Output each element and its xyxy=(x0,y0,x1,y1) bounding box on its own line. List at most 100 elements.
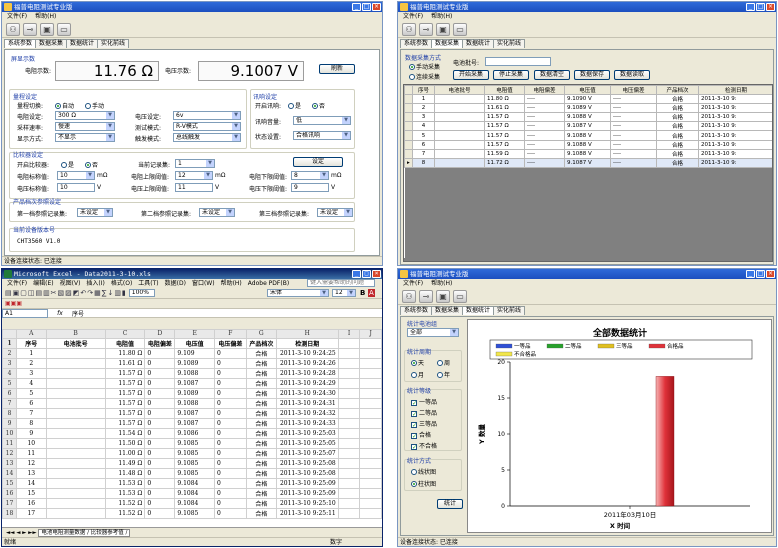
table-cell[interactable]: ---- xyxy=(610,94,657,105)
table-cell[interactable]: 2011-3-10 9:25:08 xyxy=(275,457,339,469)
table-cell[interactable]: 合格 xyxy=(245,397,277,409)
empty-cell[interactable] xyxy=(359,367,382,379)
comparator-set-button[interactable]: 设定 xyxy=(293,157,343,167)
table-cell[interactable]: 0 xyxy=(144,367,176,379)
tab-system-params[interactable]: 系统参数 xyxy=(400,39,433,48)
col-header-index[interactable]: 序号 xyxy=(412,85,435,96)
table-cell[interactable]: 9.1088 V xyxy=(564,130,611,141)
alarm-state-select[interactable]: 合格讯响 xyxy=(293,131,351,140)
table-cell[interactable]: 0 xyxy=(213,457,247,469)
table-cell[interactable]: 11 xyxy=(15,447,47,459)
table-cell[interactable]: 合格 xyxy=(245,447,277,459)
save-data-button[interactable]: 数据保存 xyxy=(574,70,610,80)
table-cell[interactable]: 14 xyxy=(15,477,47,489)
table-cell[interactable]: ---- xyxy=(610,121,657,132)
table-cell[interactable] xyxy=(45,507,106,519)
tab-data-collect[interactable]: 数据采集 xyxy=(431,39,464,48)
table-cell[interactable] xyxy=(434,157,485,168)
table-cell[interactable]: 0 xyxy=(213,367,247,379)
menu-help[interactable]: 帮助(H) xyxy=(431,12,452,21)
table-cell[interactable]: ---- xyxy=(524,103,565,114)
load-data-button[interactable]: 数据读取 xyxy=(614,70,650,80)
table-cell[interactable]: 11.61 Ω xyxy=(104,357,146,369)
col-header-batch[interactable]: 电池批号 xyxy=(434,85,485,96)
empty-cell[interactable] xyxy=(337,487,361,499)
res-set-select[interactable]: 300 Ω xyxy=(55,111,115,120)
table-cell[interactable]: 3 xyxy=(15,367,47,379)
table-cell[interactable]: 10 xyxy=(15,437,47,449)
stat-range-select[interactable]: 全部 xyxy=(407,328,459,337)
table-cell[interactable]: 11.50 Ω xyxy=(104,437,146,449)
table-cell[interactable] xyxy=(45,397,106,409)
table-cell[interactable]: 11.57 Ω xyxy=(104,397,146,409)
table-cell[interactable]: 2011-3-10 9: xyxy=(698,121,772,132)
table-cell[interactable]: 合格 xyxy=(245,437,277,449)
table-cell[interactable]: 2011-3-10 9: xyxy=(698,112,772,123)
col-header-grade[interactable]: 产品档次 xyxy=(656,85,699,96)
empty-cell[interactable] xyxy=(359,347,382,359)
close-button[interactable]: × xyxy=(372,270,381,278)
table-cell[interactable]: 9.1087 V xyxy=(564,157,611,168)
header-cell[interactable]: 电压偏差 xyxy=(213,337,247,349)
excel-menu-edit[interactable]: 编辑(E) xyxy=(33,279,53,288)
font-color-icon[interactable]: A xyxy=(368,289,375,297)
table-cell[interactable] xyxy=(45,477,106,489)
table-cell[interactable]: 1 xyxy=(412,94,435,105)
empty-cell[interactable] xyxy=(337,387,361,399)
row-number[interactable]: 8 xyxy=(2,407,17,419)
res-nominal-field[interactable]: 10 xyxy=(57,171,95,180)
table-row[interactable]: 4 11.57 Ω ---- 9.1087 V ---- 合格 2011-3-10 9: xyxy=(404,121,772,132)
volt-nominal-field[interactable]: 10 xyxy=(57,183,95,192)
table-cell[interactable]: 2011-3-10 9: xyxy=(698,130,772,141)
tab-data-stats[interactable]: 数据统计 xyxy=(462,306,495,315)
table-cell[interactable]: 0 xyxy=(144,377,176,389)
empty-cell[interactable] xyxy=(359,337,382,349)
table-cell[interactable]: 2011-3-10 9:24:30 xyxy=(275,387,339,399)
empty-cell[interactable] xyxy=(337,407,361,419)
table-cell[interactable]: 2011-3-10 9: xyxy=(698,139,772,150)
table-cell[interactable]: 合格 xyxy=(656,139,699,150)
row-number[interactable]: 7 xyxy=(2,397,17,409)
table-cell[interactable]: 2011-3-10 9:24:29 xyxy=(275,377,339,389)
header-cell[interactable]: 电阻值 xyxy=(104,337,146,349)
table-cell[interactable]: 17 xyxy=(15,507,47,519)
col-header-volt-dev[interactable]: 电压偏差 xyxy=(610,85,657,96)
table-cell[interactable]: 2011-3-10 9: xyxy=(698,148,772,159)
range-manual-radio[interactable]: 手动 xyxy=(85,101,104,110)
tab-system-params[interactable]: 系统参数 xyxy=(4,39,37,48)
table-cell[interactable]: ---- xyxy=(610,130,657,141)
table-cell[interactable]: 0 xyxy=(144,437,176,449)
period-week-radio[interactable]: 周 xyxy=(437,358,450,367)
column-header[interactable]: B xyxy=(45,329,106,339)
table-cell[interactable]: 11.61 Ω xyxy=(484,103,525,114)
volt-set-select[interactable]: 6v xyxy=(173,111,241,120)
table-cell[interactable]: 2011-3-10 9:24:26 xyxy=(275,357,339,369)
plug-icon[interactable]: ⊸ xyxy=(419,289,433,303)
empty-cell[interactable] xyxy=(359,507,382,519)
excel-menu-view[interactable]: 视图(V) xyxy=(60,279,81,288)
table-cell[interactable]: 2011-3-10 9:24:25 xyxy=(275,347,339,359)
record-set-select[interactable]: 1 xyxy=(175,159,215,168)
table-cell[interactable]: 2011-3-10 9: xyxy=(698,103,772,114)
row-number[interactable]: 18 xyxy=(2,507,17,519)
comparator-no-radio[interactable]: 否 xyxy=(85,160,98,169)
plug-icon[interactable]: ⊸ xyxy=(23,22,37,36)
grade-third-checkbox[interactable]: ✓ 三等品 xyxy=(411,419,437,429)
minimize-button[interactable]: _ xyxy=(352,3,361,11)
table-cell[interactable]: 9.1085 xyxy=(174,447,215,459)
grade2-select[interactable]: 未设定 xyxy=(199,208,235,217)
table-cell[interactable]: 0 xyxy=(213,407,247,419)
table-cell[interactable]: ---- xyxy=(610,157,657,168)
table-cell[interactable]: ---- xyxy=(610,112,657,123)
table-cell[interactable]: 2011-3-10 9:24:31 xyxy=(275,397,339,409)
table-cell[interactable] xyxy=(45,357,106,369)
header-cell[interactable]: 电池批号 xyxy=(45,337,106,349)
header-cell[interactable]: 序号 xyxy=(15,337,47,349)
table-cell[interactable]: 2011-3-10 9:25:10 xyxy=(275,497,339,509)
stop-collect-button[interactable]: 停止采集 xyxy=(493,70,529,80)
empty-cell[interactable] xyxy=(337,507,361,519)
continuous-collect-radio[interactable]: 连续采集 xyxy=(409,72,440,81)
sheet-tab-active[interactable]: 电池电阻测量数据 / 比较器参考值 / xyxy=(38,529,131,537)
manual-collect-radio[interactable]: 手动采集 xyxy=(409,62,440,71)
table-cell[interactable]: 9.1084 xyxy=(174,477,215,489)
